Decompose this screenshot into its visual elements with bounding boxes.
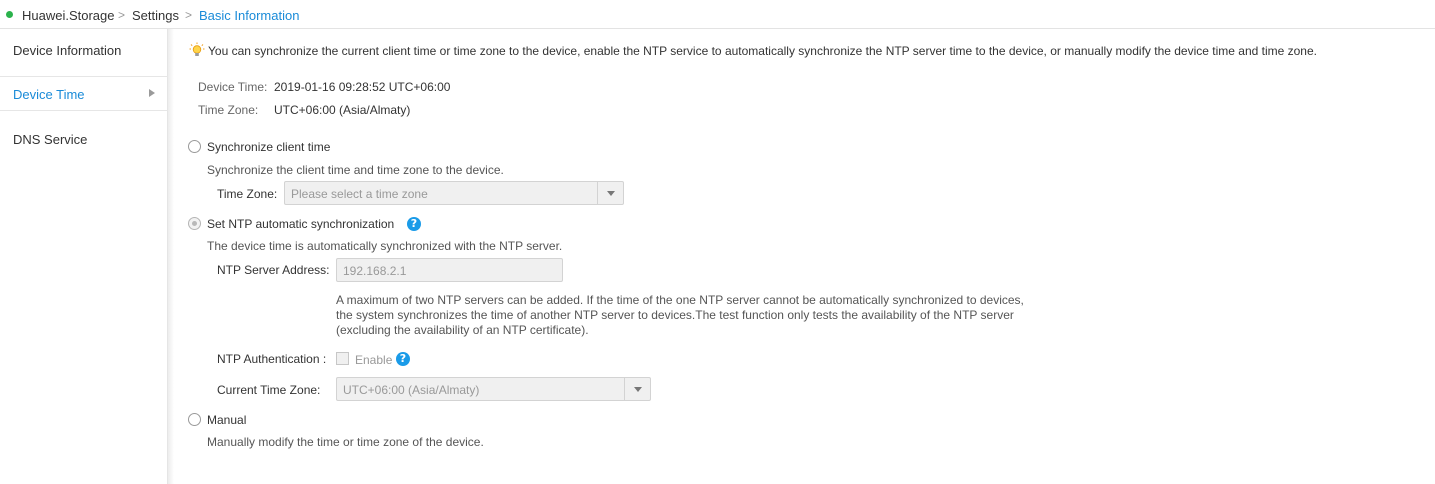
- manual-desc: Manually modify the time or time zone of…: [207, 435, 484, 449]
- ntp-auth-label: NTP Authentication :: [217, 352, 327, 366]
- breadcrumb-root[interactable]: Huawei.Storage: [22, 8, 115, 23]
- tip-text: You can synchronize the current client t…: [208, 44, 1317, 58]
- chevron-right-icon: >: [185, 8, 193, 22]
- manual-title[interactable]: Manual: [207, 413, 246, 427]
- chevron-down-icon[interactable]: [597, 182, 623, 204]
- sidebar-item-label: DNS Service: [13, 132, 88, 147]
- device-time-label: Device Time:: [198, 80, 268, 94]
- time-zone-value: UTC+06:00 (Asia/Almaty): [274, 103, 411, 117]
- manual-radio[interactable]: [188, 413, 201, 426]
- time-zone-select-label: Time Zone:: [217, 187, 278, 201]
- current-time-zone-value: UTC+06:00 (Asia/Almaty): [343, 383, 480, 397]
- ntp-note-line-3: (excluding the availability of an NTP ce…: [336, 323, 589, 337]
- current-time-zone-label: Current Time Zone:: [217, 383, 321, 397]
- chevron-right-icon: >: [118, 8, 126, 22]
- ntp-auth-enable-checkbox[interactable]: [336, 352, 349, 365]
- time-zone-label: Time Zone:: [198, 103, 259, 117]
- ntp-server-label: NTP Server Address:: [217, 263, 330, 277]
- sync-client-title[interactable]: Synchronize client time: [207, 140, 330, 154]
- breadcrumb-settings[interactable]: Settings: [132, 8, 179, 23]
- device-time-value: 2019-01-16 09:28:52 UTC+06:00: [274, 80, 451, 94]
- ntp-server-value: 192.168.2.1: [343, 264, 407, 278]
- ntp-sync-desc: The device time is automatically synchro…: [207, 239, 563, 253]
- sidebar-item-label: Device Time: [13, 87, 85, 102]
- ntp-note-line-2: the system synchronizes the time of anot…: [336, 308, 1014, 322]
- sidebar-item-label: Device Information: [13, 43, 122, 58]
- sidebar-item-dns-service[interactable]: DNS Service: [0, 111, 168, 155]
- breadcrumb-current: Basic Information: [199, 8, 300, 23]
- caret-right-icon: [149, 89, 155, 97]
- sidebar-item-device-information[interactable]: Device Information: [0, 29, 168, 77]
- ntp-sync-title[interactable]: Set NTP automatic synchronization: [207, 217, 394, 231]
- breadcrumb: Huawei.Storage > Settings > Basic Inform…: [0, 0, 1435, 29]
- time-zone-select[interactable]: Please select a time zone: [284, 181, 624, 205]
- status-dot-icon: [6, 11, 13, 18]
- current-time-zone-select[interactable]: UTC+06:00 (Asia/Almaty): [336, 377, 651, 401]
- sync-client-desc: Synchronize the client time and time zon…: [207, 163, 504, 177]
- sidebar-divider: [168, 29, 174, 484]
- sync-client-radio[interactable]: [188, 140, 201, 153]
- time-zone-select-placeholder: Please select a time zone: [291, 187, 428, 201]
- sidebar: Device Information Device Time DNS Servi…: [0, 29, 168, 484]
- sidebar-item-device-time[interactable]: Device Time: [0, 77, 168, 111]
- ntp-note-line-1: A maximum of two NTP servers can be adde…: [336, 293, 1024, 307]
- help-icon[interactable]: ?: [396, 352, 410, 366]
- lightbulb-icon: [189, 42, 205, 56]
- ntp-auth-enable-label[interactable]: Enable: [355, 353, 392, 367]
- help-icon[interactable]: ?: [407, 217, 421, 231]
- ntp-server-input[interactable]: 192.168.2.1: [336, 258, 563, 282]
- chevron-down-icon[interactable]: [624, 378, 650, 400]
- ntp-sync-radio[interactable]: [188, 217, 201, 230]
